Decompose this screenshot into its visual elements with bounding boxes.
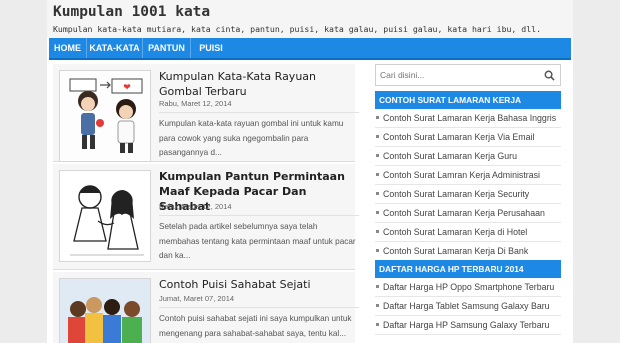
post-excerpt: Setelah pada artikel sebelumnya saya tel… (159, 215, 359, 264)
widget-list-harga-hp: Daftar Harga HP Oppo Smartphone Terbaru … (375, 278, 561, 335)
nav-item-kata-kata[interactable]: KATA-KATA (87, 38, 143, 58)
widget-title-harga-hp: DAFTAR HARGA HP TERBARU 2014 (375, 260, 561, 278)
post-date: Jumat, Maret 07, 2014 (159, 294, 235, 303)
nav-item-home[interactable]: HOME (49, 38, 87, 58)
post-title[interactable]: Kumpulan Kata-Kata Rayuan Gombal Terbaru (159, 69, 359, 99)
widget-list-surat-lamaran: Contoh Surat Lamaran Kerja Bahasa Inggri… (375, 109, 561, 261)
list-item[interactable]: Contoh Surat Lamaran Kerja di Hotel (375, 223, 561, 242)
widget-title-surat-lamaran: CONTOH SURAT LAMARAN KERJA (375, 91, 561, 109)
site-title[interactable]: Kumpulan 1001 kata (53, 4, 210, 20)
post-thumbnail[interactable] (59, 170, 151, 262)
post-thumbnail[interactable] (59, 278, 151, 343)
site-header: Kumpulan 1001 kata Kumpulan kata-kata mu… (47, 0, 573, 38)
couple-illustration-icon: ❤ (60, 71, 150, 161)
post-title[interactable]: Contoh Puisi Sahabat Sejati (159, 277, 359, 292)
search-icon[interactable] (544, 70, 555, 81)
friends-photo-icon (60, 279, 150, 343)
search-input[interactable] (380, 68, 540, 82)
post-item: Kumpulan Pantun Permintaan Maaf Kepada P… (53, 164, 359, 270)
list-item[interactable]: Contoh Surat Lamran Kerja Administrasi (375, 166, 561, 185)
list-item[interactable]: Daftar Harga Tablet Samsung Galaxy Baru (375, 297, 561, 316)
post-item: ❤ Kumpulan Kata-Kata Rayuan Gombal Terba… (53, 64, 359, 162)
post-thumbnail[interactable]: ❤ (59, 70, 151, 162)
list-item[interactable]: Daftar Harga HP Oppo Smartphone Terbaru (375, 278, 561, 297)
list-item[interactable]: Contoh Surat Lamaran Kerja Guru (375, 147, 561, 166)
list-item[interactable]: Contoh Surat Lamaran Kerja Via Email (375, 128, 561, 147)
list-item[interactable]: Daftar Harga HP Samsung Galaxy Terbaru (375, 316, 561, 335)
nav-item-pantun[interactable]: PANTUN (143, 38, 191, 58)
post-date: Rabu, Maret 12, 2014 (159, 99, 232, 108)
list-item[interactable]: Contoh Surat Lamaran Kerja Bahasa Inggri… (375, 109, 561, 128)
sketch-illustration-icon (60, 171, 150, 261)
search-box (375, 64, 561, 86)
page-wrapper: Kumpulan 1001 kata Kumpulan kata-kata mu… (47, 0, 573, 343)
post-date: Rabu, Maret 12, 2014 (159, 202, 232, 211)
site-description: Kumpulan kata-kata mutiara, kata cinta, … (53, 24, 541, 34)
post-excerpt: Kumpulan kata-kata rayuan gombal ini unt… (159, 112, 359, 161)
svg-text:❤: ❤ (123, 83, 131, 93)
nav-item-puisi[interactable]: PUISI (191, 38, 231, 58)
post-item: Contoh Puisi Sahabat Sejati Jumat, Maret… (53, 272, 359, 343)
post-excerpt: Contoh puisi sahabat sejati ini saya kum… (159, 307, 359, 341)
main-nav: HOME KATA-KATA PANTUN PUISI (49, 38, 571, 60)
list-item[interactable]: Contoh Surat Lamaran Kerja Perusahaan (375, 204, 561, 223)
list-item[interactable]: Contoh Surat Lamaran Kerja Di Bank (375, 242, 561, 261)
list-item[interactable]: Contoh Surat Lamaran Kerja Security (375, 185, 561, 204)
